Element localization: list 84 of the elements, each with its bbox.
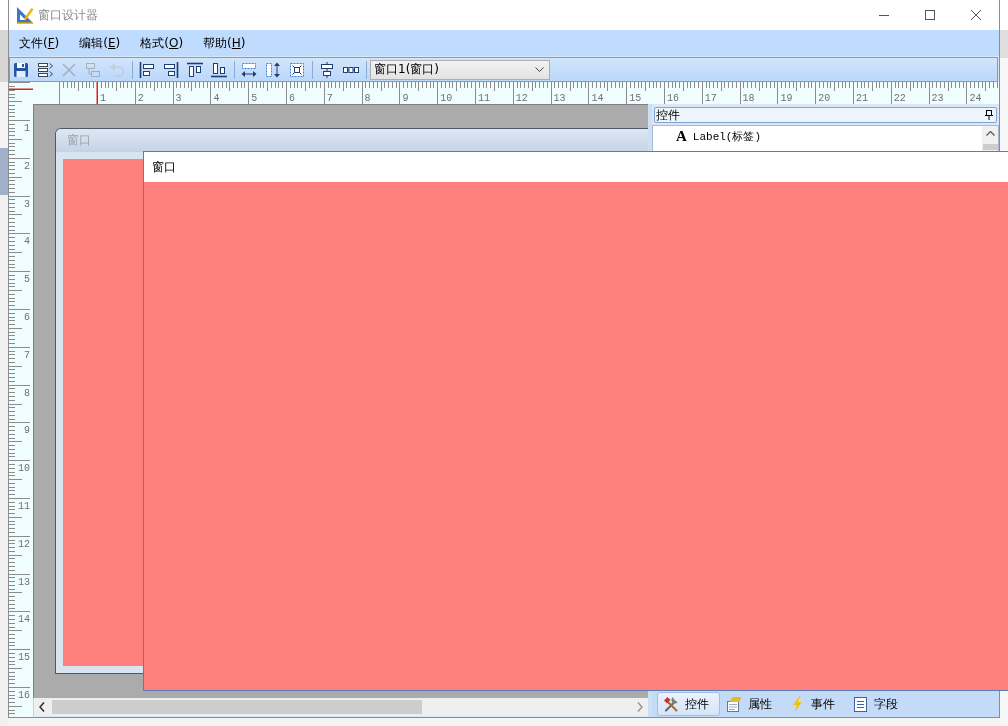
same-height-icon <box>265 61 281 78</box>
ruler-number: 9 <box>402 93 409 104</box>
undo-icon <box>109 61 125 78</box>
cross-icon <box>61 61 77 78</box>
ruler-number: 3 <box>24 198 30 210</box>
ruler-number: 17 <box>704 93 717 104</box>
window-title: 窗口 <box>152 158 176 176</box>
align-right-icon <box>163 61 179 78</box>
cursor-marker <box>9 88 33 90</box>
maximize-icon <box>925 10 935 20</box>
panel-title: 控件 <box>656 108 680 122</box>
ruler-number: 7 <box>24 349 30 361</box>
window-title: 窗口设计器 <box>38 6 98 24</box>
cursor-marker <box>96 82 98 104</box>
close-icon <box>971 10 981 20</box>
panel-tab[interactable]: 字段 <box>846 692 909 716</box>
ruler-number: 8 <box>24 387 30 399</box>
ruler-number: 22 <box>893 93 906 104</box>
align-bottom-icon <box>211 61 227 78</box>
scrollbar-thumb[interactable] <box>52 700 422 714</box>
same-width-icon <box>241 61 257 78</box>
ruler-number: 13 <box>18 576 30 588</box>
chevron-up-icon[interactable] <box>985 131 995 136</box>
chevron-down-icon <box>535 67 544 72</box>
ruler-number: 4 <box>213 93 220 104</box>
pin-icon[interactable] <box>985 110 993 120</box>
lightning-icon <box>792 696 802 712</box>
ruler-number: 1 <box>100 93 106 104</box>
panel-tab[interactable]: 控件 <box>657 692 720 716</box>
ruler-number: 20 <box>818 93 831 104</box>
ruler-number: 8 <box>364 93 371 104</box>
distribute-horizontal-icon <box>343 65 359 74</box>
ruler-number: 4 <box>24 236 30 248</box>
ruler-number: 14 <box>591 93 604 104</box>
ruler-number: 10 <box>18 463 30 475</box>
scrollbar-thumb[interactable] <box>982 144 998 150</box>
same-size-icon <box>289 61 305 78</box>
minimize-icon <box>879 14 889 16</box>
ruler-number: 15 <box>629 93 642 104</box>
ruler-number: 6 <box>24 312 30 323</box>
ruler-number: 11 <box>18 501 30 512</box>
ruler-number: 23 <box>931 93 944 104</box>
ruler-number: 18 <box>742 93 755 104</box>
menu-item[interactable]: 帮助(H) <box>193 32 256 54</box>
align-left-icon <box>139 61 155 78</box>
property-sheet-icon <box>726 696 742 712</box>
align-top-icon <box>187 61 203 78</box>
menu-item[interactable]: 格式(O) <box>130 32 194 54</box>
copy-icon <box>85 61 101 78</box>
ruler-number: 1 <box>24 123 30 134</box>
ruler-number: 3 <box>175 93 182 104</box>
form-title: 窗口 <box>67 132 91 149</box>
ruler-number: 12 <box>515 93 528 104</box>
ruler-number: 11 <box>478 93 490 104</box>
chevron-left-icon[interactable] <box>39 702 45 712</box>
ruler-number: 24 <box>969 93 982 104</box>
panel-tab[interactable]: 事件 <box>783 692 846 716</box>
object-dropdown[interactable]: 窗口1(窗口) <box>370 59 550 80</box>
menu-item[interactable]: 文件(F) <box>9 32 70 54</box>
ruler-number: 5 <box>251 93 258 104</box>
ruler-number: 9 <box>24 425 30 437</box>
panel-tab[interactable]: 属性 <box>720 692 783 716</box>
ruler-number: 21 <box>856 93 868 104</box>
ruler-number: 2 <box>24 160 30 172</box>
list-arrows-icon <box>37 61 53 78</box>
document-icon <box>853 696 867 712</box>
ruler-number: 16 <box>667 93 679 104</box>
ruler-number: 15 <box>18 652 30 664</box>
ruler-number: 2 <box>137 93 144 104</box>
ruler-number: 13 <box>553 93 566 104</box>
ruler-number: 6 <box>289 93 295 104</box>
align-center-icon <box>319 61 335 78</box>
ruler-number: 14 <box>18 614 30 626</box>
menu-item[interactable]: 编辑(E) <box>69 32 131 54</box>
ruler-number: 5 <box>24 274 30 286</box>
toolbox-item[interactable]: A Label(标签) <box>653 126 982 146</box>
ruler-number: 12 <box>18 538 30 550</box>
text-tool-icon: A <box>676 128 687 144</box>
ruler-number: 19 <box>780 93 793 104</box>
ruler-number: 16 <box>18 690 30 701</box>
ruler-number: 7 <box>326 93 333 104</box>
save-icon <box>13 61 29 78</box>
tools-icon <box>663 696 679 712</box>
ruler-number: 10 <box>440 93 453 104</box>
